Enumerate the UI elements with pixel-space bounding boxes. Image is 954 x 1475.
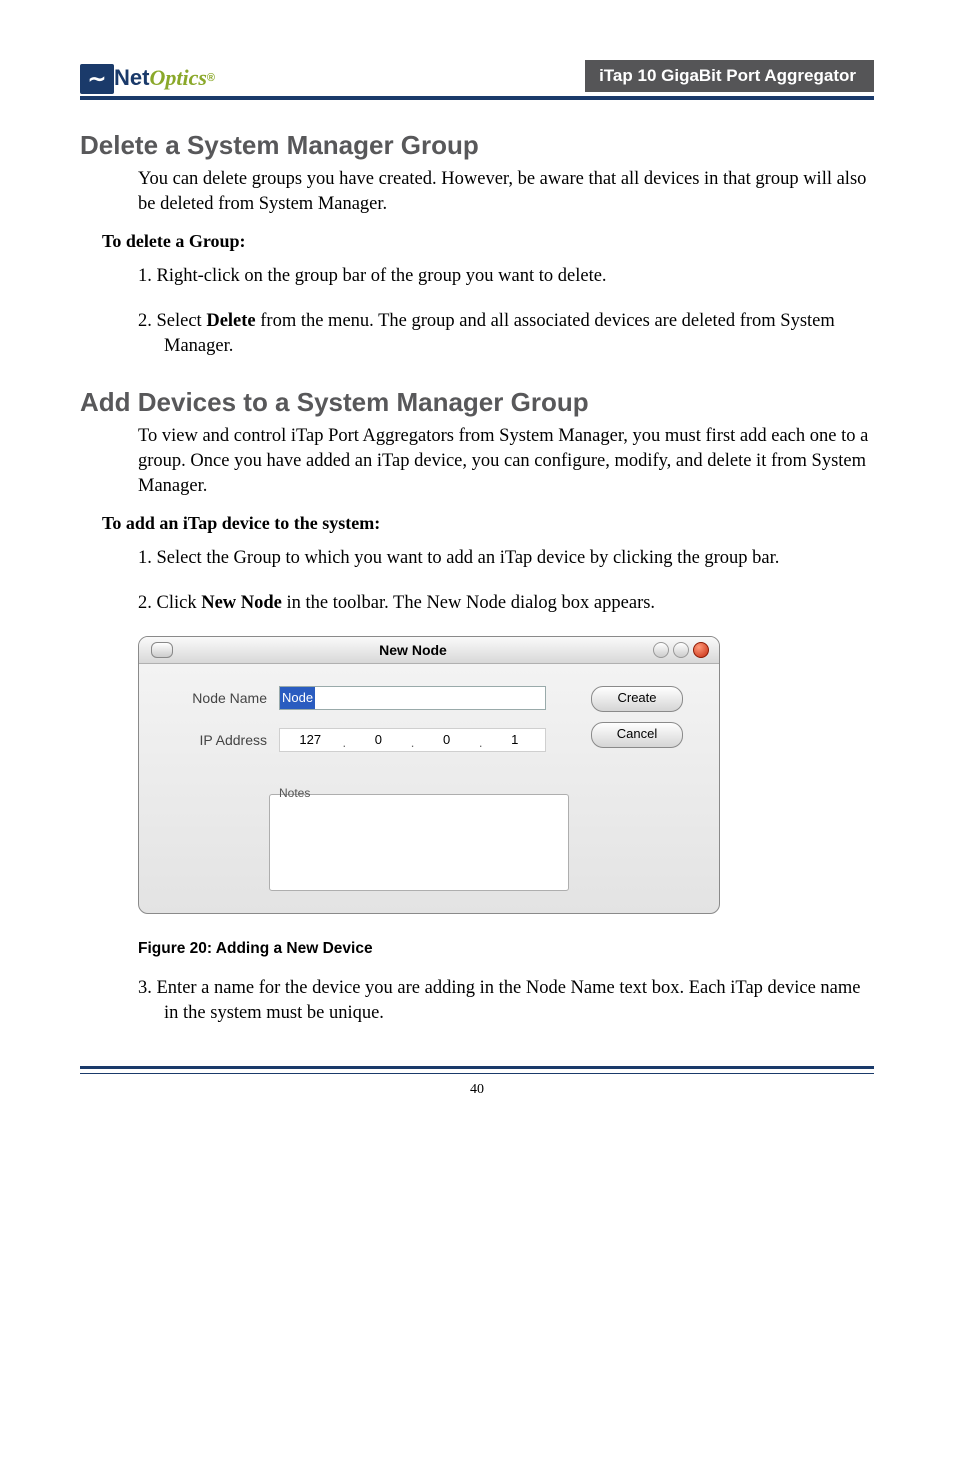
- ip-octet-3[interactable]: 0: [416, 732, 477, 747]
- page-number: 40: [80, 1082, 874, 1098]
- cancel-button[interactable]: Cancel: [591, 722, 683, 748]
- figure-caption: Figure 20: Adding a New Device: [138, 940, 874, 958]
- brand-logo: ∼NetOptics®: [80, 64, 215, 92]
- ip-dot: .: [477, 735, 485, 751]
- dialog-title: New Node: [379, 642, 447, 658]
- footer-divider-thin: [80, 1073, 874, 1074]
- section2-intro: To view and control iTap Port Aggregator…: [138, 424, 874, 499]
- window-close-icon[interactable]: [693, 642, 709, 658]
- logo-tilde-icon: ∼: [80, 64, 114, 94]
- node-name-value: Node: [280, 687, 315, 709]
- logo-registered-icon: ®: [207, 72, 215, 84]
- footer-divider-thick: [80, 1066, 874, 1069]
- section1-step-1: 1. Right-click on the group bar of the g…: [138, 264, 874, 289]
- section-heading-delete-group: Delete a System Manager Group: [80, 130, 874, 161]
- section2-step-3: 3. Enter a name for the device you are a…: [138, 976, 874, 1026]
- section2-step-2: 2. Click New Node in the toolbar. The Ne…: [138, 591, 874, 616]
- section1-subhead: To delete a Group:: [102, 231, 874, 252]
- section1-intro: You can delete groups you have created. …: [138, 167, 874, 217]
- section-heading-add-devices: Add Devices to a System Manager Group: [80, 387, 874, 418]
- ip-address-label: IP Address: [157, 732, 279, 748]
- header-divider: [80, 96, 874, 100]
- ip-dot: .: [409, 735, 417, 751]
- document-title-box: iTap 10 GigaBit Port Aggregator: [585, 60, 874, 92]
- notes-label: Notes: [277, 786, 312, 800]
- logo-text-optics: Optics: [149, 65, 206, 91]
- section2-step-1: 1. Select the Group to which you want to…: [138, 546, 874, 571]
- ip-address-field[interactable]: 127 . 0 . 0 . 1: [279, 728, 546, 752]
- dialog-titlebar: New Node: [139, 637, 719, 664]
- node-name-field[interactable]: Node: [279, 686, 546, 710]
- section2-subhead: To add an iTap device to the system:: [102, 513, 874, 534]
- ip-dot: .: [341, 735, 349, 751]
- window-min-icon[interactable]: [653, 642, 669, 658]
- figure-new-node-dialog: New Node Node Name Node: [138, 636, 874, 914]
- section1-step-2: 2. Select Delete from the menu. The grou…: [138, 309, 874, 359]
- ip-octet-1[interactable]: 127: [280, 732, 341, 747]
- new-node-dialog: New Node Node Name Node: [138, 636, 720, 914]
- ip-octet-4[interactable]: 1: [484, 732, 545, 747]
- window-max-icon[interactable]: [673, 642, 689, 658]
- logo-text-net: Net: [114, 65, 149, 91]
- node-name-label: Node Name: [157, 690, 279, 706]
- ip-octet-2[interactable]: 0: [348, 732, 409, 747]
- notes-textarea[interactable]: [269, 794, 569, 891]
- dialog-titlebar-left-icon: [151, 642, 173, 658]
- create-button[interactable]: Create: [591, 686, 683, 712]
